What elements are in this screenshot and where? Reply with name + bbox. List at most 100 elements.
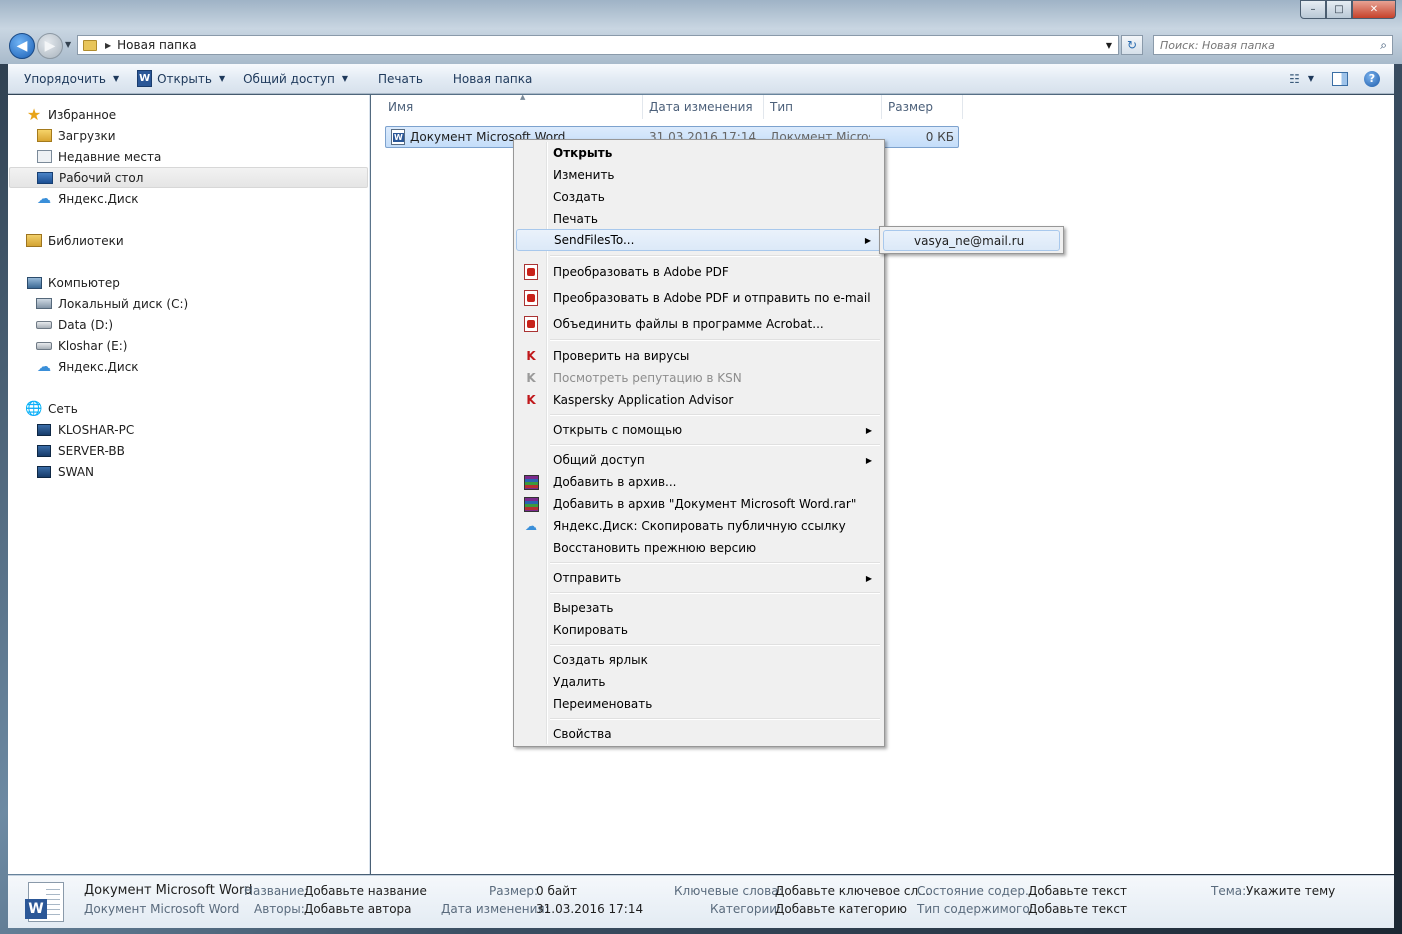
menu-item-open-label: Открыть xyxy=(553,146,613,160)
nav-desktop[interactable]: Рабочий стол xyxy=(9,167,368,188)
menu-item-add-archive[interactable]: Добавить в архив... xyxy=(516,471,882,493)
menu-item-copy-label: Копировать xyxy=(553,623,628,637)
details-categories-value[interactable]: Добавьте категорию xyxy=(775,902,907,916)
menu-item-edit[interactable]: Изменить xyxy=(516,164,882,186)
nav-libraries-label: Библиотеки xyxy=(48,233,124,248)
preview-pane-icon[interactable] xyxy=(1332,71,1348,86)
nav-yandex-disk-2[interactable]: ☁ Яндекс.Диск xyxy=(36,356,139,377)
menu-item-scan-virus[interactable]: K Проверить на вирусы xyxy=(516,345,882,367)
details-authors-value[interactable]: Добавьте автора xyxy=(304,902,412,916)
menu-item-kaspersky-advisor[interactable]: K Kaspersky Application Advisor xyxy=(516,389,882,411)
title-bar: – □ ✕ ◀ ▶ ▼ ▶ Новая папка ▼ ↻ ⌕ xyxy=(0,0,1402,64)
maximize-button[interactable]: □ xyxy=(1326,0,1352,19)
menu-item-rename-label: Переименовать xyxy=(553,697,653,711)
refresh-icon: ↻ xyxy=(1126,38,1138,52)
menu-item-send-to[interactable]: Отправить ▶ xyxy=(516,567,882,589)
menu-item-print-label: Печать xyxy=(553,212,598,226)
nav-drive-c[interactable]: Локальный диск (C:) xyxy=(36,293,188,314)
organize-button[interactable]: Упорядочить ▼ xyxy=(8,64,128,94)
menu-item-convert-pdf-email[interactable]: Преобразовать в Adobe PDF и отправить по… xyxy=(516,287,882,309)
context-menu: Открыть Изменить Создать Печать SendFile… xyxy=(513,139,885,747)
menu-item-add-archive-named[interactable]: Добавить в архив "Документ Microsoft Wor… xyxy=(516,493,882,515)
menu-item-delete[interactable]: Удалить xyxy=(516,671,882,693)
menu-item-convert-pdf[interactable]: Преобразовать в Adobe PDF xyxy=(516,261,882,283)
print-button[interactable]: Печать xyxy=(357,64,432,94)
address-path[interactable]: Новая папка xyxy=(117,38,196,52)
menu-item-create-label: Создать xyxy=(553,190,605,204)
menu-item-yandex-copy-link[interactable]: ☁ Яндекс.Диск: Скопировать публичную ссы… xyxy=(516,515,882,537)
adobe-pdf-email-icon xyxy=(524,290,538,306)
menu-item-cut[interactable]: Вырезать xyxy=(516,597,882,619)
menu-item-properties[interactable]: Свойства xyxy=(516,723,882,745)
help-icon[interactable]: ? xyxy=(1364,70,1380,87)
refresh-button[interactable]: ↻ xyxy=(1121,35,1143,55)
column-header-type[interactable]: Тип xyxy=(764,95,882,119)
details-content-type-value[interactable]: Добавьте текст xyxy=(1028,902,1127,916)
menu-item-copy[interactable]: Копировать xyxy=(516,619,882,641)
details-content-status-key: Состояние содер... xyxy=(917,884,1037,898)
winrar-icon xyxy=(523,496,539,512)
nav-host2-label: SERVER-BB xyxy=(58,443,125,458)
nav-favorites[interactable]: ★ Избранное xyxy=(26,104,116,125)
menu-item-restore-previous[interactable]: Восстановить прежнюю версию xyxy=(516,537,882,559)
nav-yandex-disk[interactable]: ☁ Яндекс.Диск xyxy=(36,188,139,209)
search-input[interactable] xyxy=(1154,36,1364,54)
nav-host-swan[interactable]: SWAN xyxy=(36,461,94,482)
details-content-type-key: Тип содержимого: xyxy=(917,902,1034,916)
menu-item-open[interactable]: Открыть xyxy=(516,142,882,164)
menu-item-send-to-label: Отправить xyxy=(553,571,622,585)
details-modified-value[interactable]: 31.03.2016 17:14 xyxy=(536,902,643,916)
column-header-name[interactable]: Имя ▲ xyxy=(382,93,643,119)
forward-button[interactable]: ▶ xyxy=(37,33,63,59)
menu-separator xyxy=(550,444,880,446)
menu-item-kaspersky-advisor-label: Kaspersky Application Advisor xyxy=(553,393,734,407)
nav-recent-label: Недавние места xyxy=(58,149,162,164)
nav-downloads[interactable]: Загрузки xyxy=(36,125,116,146)
details-subject-value[interactable]: Укажите тему xyxy=(1246,884,1335,898)
nav-network[interactable]: 🌐 Сеть xyxy=(25,398,78,419)
menu-item-create[interactable]: Создать xyxy=(516,186,882,208)
chevron-down-icon[interactable]: ▼ xyxy=(1308,74,1314,83)
menu-item-share[interactable]: Общий доступ ▶ xyxy=(516,449,882,471)
menu-item-rename[interactable]: Переименовать xyxy=(516,693,882,715)
address-bar[interactable]: ▶ Новая папка ▼ xyxy=(77,35,1119,55)
menu-item-sendfilesto-label: SendFilesTo... xyxy=(554,233,635,247)
downloads-folder-icon xyxy=(36,129,52,142)
nav-host3-label: SWAN xyxy=(58,464,95,479)
column-header-size[interactable]: Размер xyxy=(882,95,963,119)
new-folder-button[interactable]: Новая папка xyxy=(432,64,541,94)
chevron-down-icon[interactable]: ▼ xyxy=(1106,41,1112,50)
share-button[interactable]: Общий доступ ▼ xyxy=(234,64,357,94)
recent-pages-dropdown[interactable]: ▼ xyxy=(65,40,71,49)
view-options-icon[interactable]: ☷ xyxy=(1289,72,1300,86)
open-button[interactable]: W Открыть ▼ xyxy=(128,64,234,94)
nav-computer[interactable]: Компьютер xyxy=(26,272,120,293)
close-button[interactable]: ✕ xyxy=(1352,0,1396,19)
details-keywords-value[interactable]: Добавьте ключевое сл... xyxy=(775,884,930,898)
nav-host-kloshar-pc[interactable]: KLOSHAR-PC xyxy=(36,419,134,440)
back-button[interactable]: ◀ xyxy=(9,33,35,59)
submenu-item-email[interactable]: vasya_ne@mail.ru xyxy=(883,230,1060,251)
menu-item-combine-acrobat[interactable]: Объединить файлы в программе Acrobat... xyxy=(516,313,882,335)
nav-drive-e[interactable]: Kloshar (E:) xyxy=(36,335,128,356)
details-title-value[interactable]: Добавьте название xyxy=(304,884,427,898)
nav-libraries[interactable]: Библиотеки xyxy=(26,230,124,251)
acrobat-combine-icon xyxy=(524,316,538,332)
chevron-right-icon[interactable]: ▶ xyxy=(105,41,111,50)
menu-item-sendfilesto[interactable]: SendFilesTo... ▶ xyxy=(516,229,882,251)
menu-item-print[interactable]: Печать xyxy=(516,208,882,230)
menu-item-create-shortcut[interactable]: Создать ярлык xyxy=(516,649,882,671)
menu-item-open-with[interactable]: Открыть с помощью ▶ xyxy=(516,419,882,441)
system-drive-icon xyxy=(36,298,52,309)
search-box[interactable]: ⌕ xyxy=(1153,35,1393,55)
details-keywords-key: Ключевые слова: xyxy=(674,884,783,898)
column-header-date[interactable]: Дата изменения xyxy=(643,95,764,119)
details-categories-key: Категории: xyxy=(710,902,782,916)
details-content-status-value[interactable]: Добавьте текст xyxy=(1028,884,1127,898)
nav-recent-places[interactable]: Недавние места xyxy=(36,146,161,167)
nav-downloads-label: Загрузки xyxy=(58,128,116,143)
nav-host-server-bb[interactable]: SERVER-BB xyxy=(36,440,125,461)
minimize-button[interactable]: – xyxy=(1300,0,1326,19)
search-icon[interactable]: ⌕ xyxy=(1380,38,1387,53)
nav-drive-d[interactable]: Data (D:) xyxy=(36,314,113,335)
